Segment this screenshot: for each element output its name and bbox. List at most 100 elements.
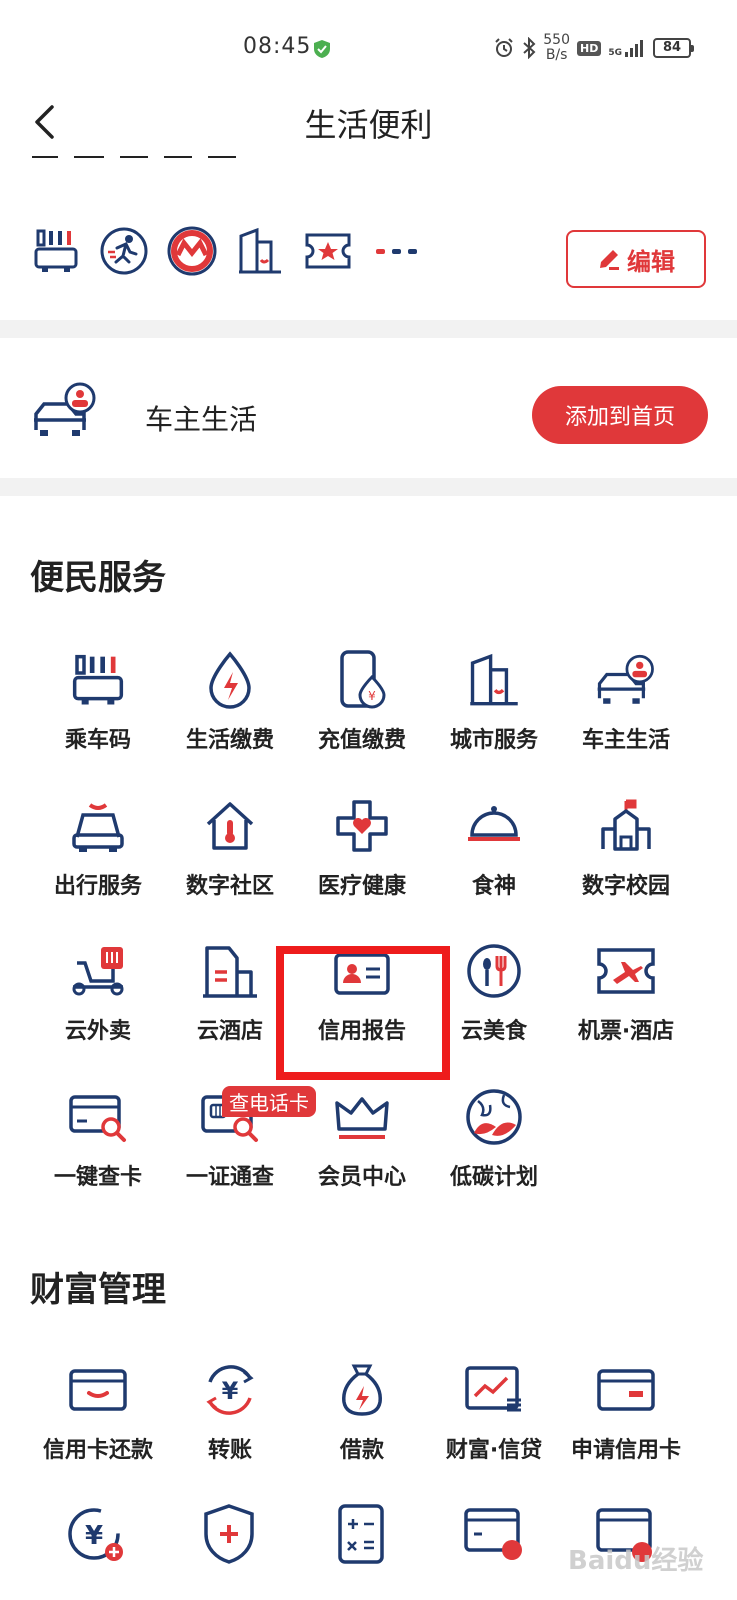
spoon-fork-icon: [467, 944, 521, 998]
grid-item-label: 一键查卡: [53, 1165, 142, 1190]
section-title-convenience: 便民服务: [30, 558, 166, 598]
card-leaf-icon: [464, 1508, 522, 1560]
page-title: 生活便利: [304, 106, 433, 144]
edit-label: 编辑: [627, 247, 675, 276]
metro-logo-icon: [167, 226, 217, 276]
shortcut-runner[interactable]: [98, 225, 150, 277]
grid-item-wealth-credit[interactable]: 财富·信贷: [426, 1356, 562, 1496]
shield-plus-icon: [204, 1504, 254, 1564]
grid-item-label: 乘车码: [64, 728, 131, 753]
grid-item-label: 数字校园: [581, 874, 670, 899]
grid-item-medical[interactable]: 医疗健康: [294, 792, 430, 932]
grid-item-label: 云外卖: [64, 1019, 131, 1044]
grid-item-label: 低碳计划: [449, 1165, 538, 1190]
yuan-plus-icon: ¥: [68, 1508, 123, 1561]
globe-leaf-icon: [466, 1089, 522, 1145]
city-building-icon: [239, 227, 281, 274]
runner-icon: [100, 227, 148, 275]
grid-item-transfer[interactable]: ¥ 转账: [162, 1356, 298, 1496]
status-indicators: 550 B/s HD 5G 84: [493, 32, 694, 63]
grid-item-flight-hotel[interactable]: 机票·酒店: [558, 937, 694, 1077]
grid-item-label: 财富·信贷: [445, 1438, 543, 1463]
grid-item-card-lookup[interactable]: 一键查卡: [30, 1083, 166, 1223]
grid-item-car-owner[interactable]: 车主生活: [558, 646, 694, 786]
section-title-wealth: 财富管理: [30, 1270, 166, 1310]
pencil-icon: [600, 250, 619, 270]
divider: [0, 478, 737, 496]
grid-item-card-repay[interactable]: 信用卡还款: [30, 1356, 166, 1496]
grid-item-apply-card[interactable]: 申请信用卡: [558, 1356, 694, 1496]
drop-bolt-icon: [209, 651, 251, 709]
grid-item-label: 充值缴费: [317, 728, 406, 753]
car-owner-icon: [34, 382, 96, 436]
grid-item-takeout[interactable]: 云外卖: [30, 937, 166, 1077]
my-shortcuts: [30, 225, 422, 277]
medical-cross-icon: [336, 800, 388, 852]
grid-item-label: 机票·酒店: [577, 1019, 675, 1044]
more-shortcuts-button[interactable]: [370, 225, 422, 277]
grid-item-label: 车主生活: [581, 728, 670, 753]
shortcut-ticket[interactable]: [302, 225, 354, 277]
grid-item-label: 申请信用卡: [570, 1438, 681, 1463]
svg-text:¥: ¥: [368, 689, 376, 703]
alarm-icon: [495, 38, 513, 57]
grid-item-life-payment[interactable]: 生活缴费: [162, 646, 298, 786]
grid-item-label: 转账: [207, 1438, 252, 1463]
delivery-scooter-icon: [72, 947, 124, 996]
shield-icon: [314, 40, 330, 58]
edit-shortcuts-button[interactable]: 编辑: [566, 230, 706, 288]
card-repay-icon: [69, 1369, 127, 1411]
plane-ticket-icon: [597, 948, 655, 994]
grid-item-travel[interactable]: 出行服务: [30, 792, 166, 932]
grid-item-community[interactable]: 数字社区: [162, 792, 298, 932]
grid-item-recharge[interactable]: ¥ 充值缴费: [294, 646, 430, 786]
grid-item-label: 医疗健康: [317, 874, 406, 899]
shortcut-bus-card[interactable]: [30, 225, 82, 277]
status-bar: 08:45 550 B/s HD 5G 84: [0, 0, 737, 100]
watermark: Baidu经验: [568, 1546, 704, 1576]
food-cloche-icon: [468, 806, 520, 841]
grid-item-label: 会员中心: [317, 1165, 406, 1190]
grid-item-label: 出行服务: [53, 874, 142, 899]
nav-header: 生活便利: [0, 90, 737, 156]
shortcut-city-service[interactable]: [234, 225, 286, 277]
grid-item-campus[interactable]: 数字校园: [558, 792, 694, 932]
grid-item-label: 云酒店: [196, 1019, 263, 1044]
car-owner-icon: [597, 654, 654, 704]
net-speed: 550 B/s: [543, 32, 570, 63]
card-search-icon: [69, 1095, 126, 1142]
battery-icon: 84: [653, 38, 694, 58]
phone-card-badge: 查电话卡: [222, 1086, 316, 1117]
grid-item-city-service[interactable]: 城市服务: [426, 646, 562, 786]
bluetooth-icon: [523, 37, 536, 59]
school-icon: [601, 799, 651, 851]
city-building-icon: [470, 653, 518, 706]
signal-icon: 5G: [608, 38, 646, 58]
money-bag-icon: [342, 1364, 382, 1416]
grid-item-label: 生活缴费: [185, 728, 274, 753]
bus-card-icon: [34, 229, 78, 272]
grid-item-label: 数字社区: [185, 874, 274, 899]
status-time: 08:45: [243, 34, 312, 59]
apply-card-icon: [597, 1369, 655, 1411]
grid-item-label: 云美食: [460, 1019, 527, 1044]
svg-text:¥: ¥: [85, 1521, 103, 1551]
grid-item-loan[interactable]: 借款: [294, 1356, 430, 1496]
hd-badge: HD: [577, 40, 602, 56]
grid-item-label: 一证通查: [185, 1165, 274, 1190]
grid-item-bus-code[interactable]: 乘车码: [30, 646, 166, 786]
grid-item-food-god[interactable]: 食神: [426, 792, 562, 932]
wealth-chart-icon: [465, 1366, 521, 1412]
highlight-annotation: [276, 946, 450, 1080]
grid-item-label: 借款: [339, 1438, 384, 1463]
shortcut-metro[interactable]: [166, 225, 218, 277]
grid-item-low-carbon[interactable]: 低碳计划: [426, 1083, 562, 1223]
hotel-icon: [203, 946, 257, 998]
phone-yuan-icon: ¥: [340, 650, 386, 709]
car-owner-label: 车主生活: [145, 403, 258, 436]
ticket-star-icon: [305, 233, 351, 269]
grid-item-label: 城市服务: [449, 728, 538, 753]
grid-item-label: 信用卡还款: [42, 1438, 153, 1463]
svg-text:¥: ¥: [222, 1377, 239, 1405]
add-to-home-button[interactable]: 添加到首页: [532, 386, 708, 444]
